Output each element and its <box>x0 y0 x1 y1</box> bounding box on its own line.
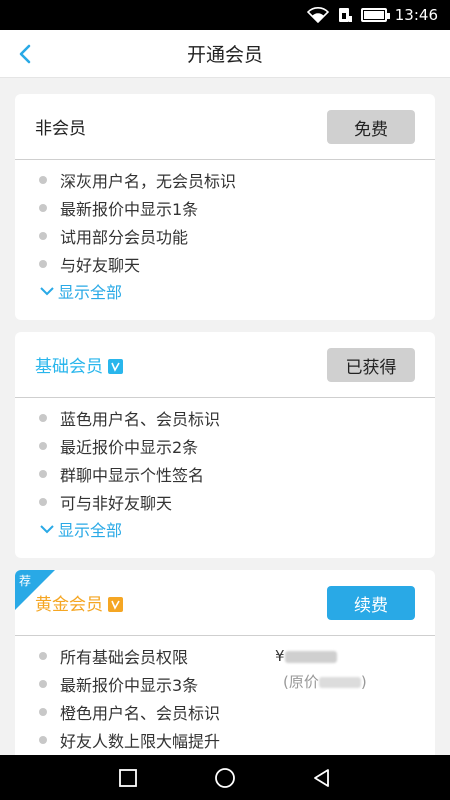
back-icon[interactable] <box>14 42 38 66</box>
bullet-icon <box>39 680 47 688</box>
plan-card-free: 非会员 免费 深灰用户名，无会员标识 最新报价中显示1条 试用部分会员功能 与好… <box>15 94 435 320</box>
feature-list: 深灰用户名，无会员标识 最新报价中显示1条 试用部分会员功能 与好友聊天 <box>15 160 435 278</box>
list-item: 蓝色用户名、会员标识 <box>39 404 415 432</box>
plan-card-header: 黄金会员 续费 <box>15 570 435 636</box>
status-bar: 13:46 <box>0 0 450 30</box>
battery-icon <box>360 8 390 22</box>
list-item: 橙色用户名、会员标识 <box>39 698 415 726</box>
back-triangle-icon[interactable] <box>310 766 334 790</box>
page-title: 开通会员 <box>186 44 263 66</box>
plan-title: 非会员 <box>35 119 86 139</box>
chevron-down-icon <box>40 287 54 296</box>
list-item: 最新报价中显示1条 <box>39 194 415 222</box>
free-button[interactable]: 免费 <box>327 110 415 144</box>
bullet-icon <box>39 232 47 240</box>
recents-icon[interactable] <box>116 766 140 790</box>
price-label: ¥ <box>275 647 337 665</box>
bullet-icon <box>39 708 47 716</box>
bullet-icon <box>39 204 47 212</box>
list-item: 可与非好友聊天 <box>39 488 415 516</box>
plan-card-gold: 荐 黄金会员 续费 所有基础会员权限 最新报价中显示3条 橙色用户名、会员标识 … <box>15 570 435 755</box>
bullet-icon <box>39 470 47 478</box>
feature-list: 蓝色用户名、会员标识 最近报价中显示2条 群聊中显示个性签名 可与非好友聊天 <box>15 398 435 516</box>
list-item: 试用部分会员功能 <box>39 222 415 250</box>
plan-card-header: 基础会员 已获得 <box>15 332 435 398</box>
original-price-blurred <box>318 677 361 688</box>
feature-list: 所有基础会员权限 最新报价中显示3条 橙色用户名、会员标识 好友人数上限大幅提升 <box>15 636 435 754</box>
vip-badge-icon <box>108 359 123 374</box>
bullet-icon <box>39 176 47 184</box>
renew-button[interactable]: 续费 <box>327 586 415 620</box>
vip-badge-icon <box>108 597 123 612</box>
sim-icon <box>338 8 352 22</box>
obtained-button[interactable]: 已获得 <box>327 348 415 382</box>
plan-title: 黄金会员 <box>35 595 103 615</box>
plan-title: 基础会员 <box>35 357 103 377</box>
bullet-icon <box>39 414 47 422</box>
list-item: 深灰用户名，无会员标识 <box>39 166 415 194</box>
show-all-link[interactable]: 显示全部 <box>15 278 435 304</box>
price-value-blurred <box>284 650 337 663</box>
status-time: 13:46 <box>394 6 438 24</box>
wifi-icon <box>306 7 329 23</box>
list-item: 所有基础会员权限 <box>39 642 415 670</box>
list-item: 与好友聊天 <box>39 250 415 278</box>
list-item: 群聊中显示个性签名 <box>39 460 415 488</box>
plan-card-header: 非会员 免费 <box>15 94 435 160</box>
plans-list[interactable]: 非会员 免费 深灰用户名，无会员标识 最新报价中显示1条 试用部分会员功能 与好… <box>0 78 450 755</box>
list-item: 好友人数上限大幅提升 <box>39 726 415 754</box>
home-icon[interactable] <box>213 766 237 790</box>
list-item: 最近报价中显示2条 <box>39 432 415 460</box>
bullet-icon <box>39 652 47 660</box>
system-nav-bar <box>0 755 450 800</box>
nav-bar: 开通会员 <box>0 30 450 78</box>
bullet-icon <box>39 498 47 506</box>
bullet-icon <box>39 442 47 450</box>
bullet-icon <box>39 736 47 744</box>
plan-card-basic: 基础会员 已获得 蓝色用户名、会员标识 最近报价中显示2条 群聊中显示个性签名 … <box>15 332 435 558</box>
show-all-link[interactable]: 显示全部 <box>15 516 435 542</box>
bullet-icon <box>39 260 47 268</box>
original-price-label: (原价) <box>283 673 367 691</box>
chevron-down-icon <box>40 525 54 534</box>
